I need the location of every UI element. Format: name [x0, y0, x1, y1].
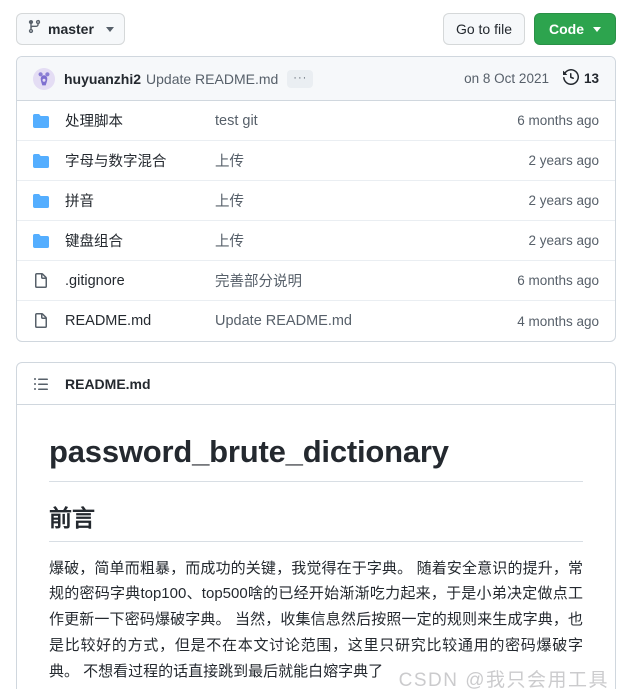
file-commit-message[interactable]: Update README.md — [215, 313, 517, 329]
file-commit-message[interactable]: 上传 — [215, 230, 528, 251]
readme-heading-1: password_brute_dictionary — [49, 433, 583, 482]
file-name-link[interactable]: README.md — [65, 313, 215, 329]
list-unordered-icon[interactable] — [33, 376, 49, 392]
readme-header: README.md — [17, 363, 615, 405]
file-updated-age: 6 months ago — [517, 273, 599, 288]
commit-count-label: 13 — [583, 71, 599, 86]
table-row[interactable]: 处理脚本 test git 6 months ago — [17, 101, 615, 141]
table-row[interactable]: 键盘组合 上传 2 years ago — [17, 221, 615, 261]
table-row[interactable]: README.md Update README.md 4 months ago — [17, 301, 615, 341]
readme-content: password_brute_dictionary 前言 爆破，简单而粗暴，而成… — [17, 405, 615, 689]
file-name-link[interactable]: 字母与数字混合 — [65, 150, 215, 171]
file-commit-message[interactable]: 完善部分说明 — [215, 270, 517, 291]
readme-paragraph: 爆破，简单而粗暴，而成功的关键，我觉得在于字典。 随着安全意识的提升，常规的密码… — [49, 559, 583, 680]
file-commit-message[interactable]: 上传 — [215, 190, 528, 211]
file-commit-message[interactable]: test git — [215, 113, 517, 129]
file-updated-age: 2 years ago — [528, 193, 599, 208]
file-icon — [33, 313, 49, 329]
commit-message-link[interactable]: Update README.md — [146, 71, 278, 87]
commit-description-ellipsis-button[interactable]: ··· — [287, 69, 314, 88]
table-row[interactable]: 字母与数字混合 上传 2 years ago — [17, 141, 615, 181]
latest-commit-bar: huyuanzhi2 Update README.md ··· on 8 Oct… — [17, 57, 615, 101]
file-updated-age: 4 months ago — [517, 313, 599, 329]
file-rows-container: 处理脚本 test git 6 months ago 字母与数字混合 上传 2 … — [17, 101, 615, 341]
file-list-box: huyuanzhi2 Update README.md ··· on 8 Oct… — [16, 56, 616, 342]
commit-author-link[interactable]: huyuanzhi2 — [64, 71, 141, 87]
file-commit-message[interactable]: 上传 — [215, 150, 528, 171]
history-icon — [562, 68, 579, 88]
repo-toolbar: master Go to file Code — [0, 0, 632, 56]
readme-panel: README.md password_brute_dictionary 前言 爆… — [16, 362, 616, 689]
chevron-down-icon — [105, 26, 114, 32]
folder-icon — [33, 153, 49, 169]
file-updated-age: 6 months ago — [517, 113, 599, 128]
commit-history-link[interactable]: 13 — [562, 68, 599, 88]
commit-date: on 8 Oct 2021 — [464, 71, 549, 86]
folder-icon — [33, 233, 49, 249]
table-row[interactable]: 拼音 上传 2 years ago — [17, 181, 615, 221]
file-name-link[interactable]: 拼音 — [65, 190, 215, 211]
chevron-down-icon — [593, 26, 601, 32]
table-row[interactable]: .gitignore 完善部分说明 6 months ago — [17, 261, 615, 301]
go-to-file-button[interactable]: Go to file — [442, 13, 525, 45]
branch-name-label: master — [48, 21, 94, 37]
file-name-link[interactable]: 键盘组合 — [65, 230, 215, 251]
file-updated-age: 2 years ago — [528, 153, 599, 168]
folder-icon — [33, 113, 49, 129]
file-name-link[interactable]: 处理脚本 — [65, 110, 215, 131]
file-name-link[interactable]: .gitignore — [65, 273, 215, 289]
readme-heading-2: 前言 — [49, 504, 583, 542]
code-button-label: Code — [549, 21, 584, 37]
huyuanzhi2-avatar[interactable] — [33, 67, 55, 90]
file-updated-age: 2 years ago — [528, 233, 599, 248]
branch-selector-button[interactable]: master — [16, 13, 125, 45]
folder-icon — [33, 193, 49, 209]
readme-file-title: README.md — [65, 375, 151, 392]
file-icon — [33, 272, 49, 289]
code-button[interactable]: Code — [534, 13, 616, 45]
git-branch-icon — [27, 19, 42, 39]
commit-meta: on 8 Oct 2021 13 — [464, 68, 599, 88]
